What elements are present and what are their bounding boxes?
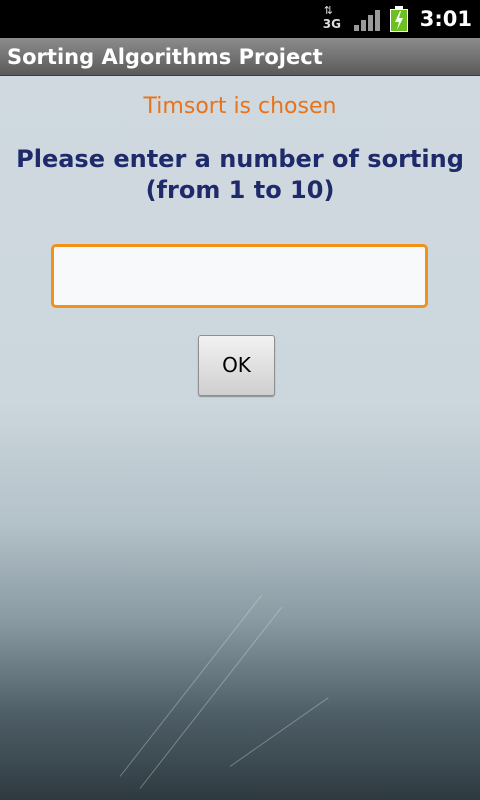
network-type-label: 3G <box>322 17 341 31</box>
main-content: Timsort is chosen Please enter a number … <box>0 76 480 800</box>
ok-button[interactable]: OK <box>198 335 275 396</box>
status-icons: ⇅ 3G 3:01 <box>322 0 472 38</box>
clock: 3:01 <box>419 7 472 31</box>
network-activity-arrows: ⇅ <box>323 4 333 17</box>
app-title: Sorting Algorithms Project <box>7 45 323 69</box>
background-streak <box>119 594 262 777</box>
number-input[interactable] <box>51 244 428 308</box>
background-streak <box>139 606 282 789</box>
prompt-text: Please enter a number of sorting (from 1… <box>16 145 464 204</box>
signal-strength-icon <box>353 7 380 31</box>
battery-charging-icon <box>389 6 408 32</box>
background-streak <box>229 697 329 767</box>
status-bar: ⇅ 3G 3:01 <box>0 0 480 38</box>
status-message: Timsort is chosen <box>143 94 337 119</box>
app-title-bar: Sorting Algorithms Project <box>0 38 480 76</box>
network-3g-icon: ⇅ 3G <box>322 5 344 33</box>
